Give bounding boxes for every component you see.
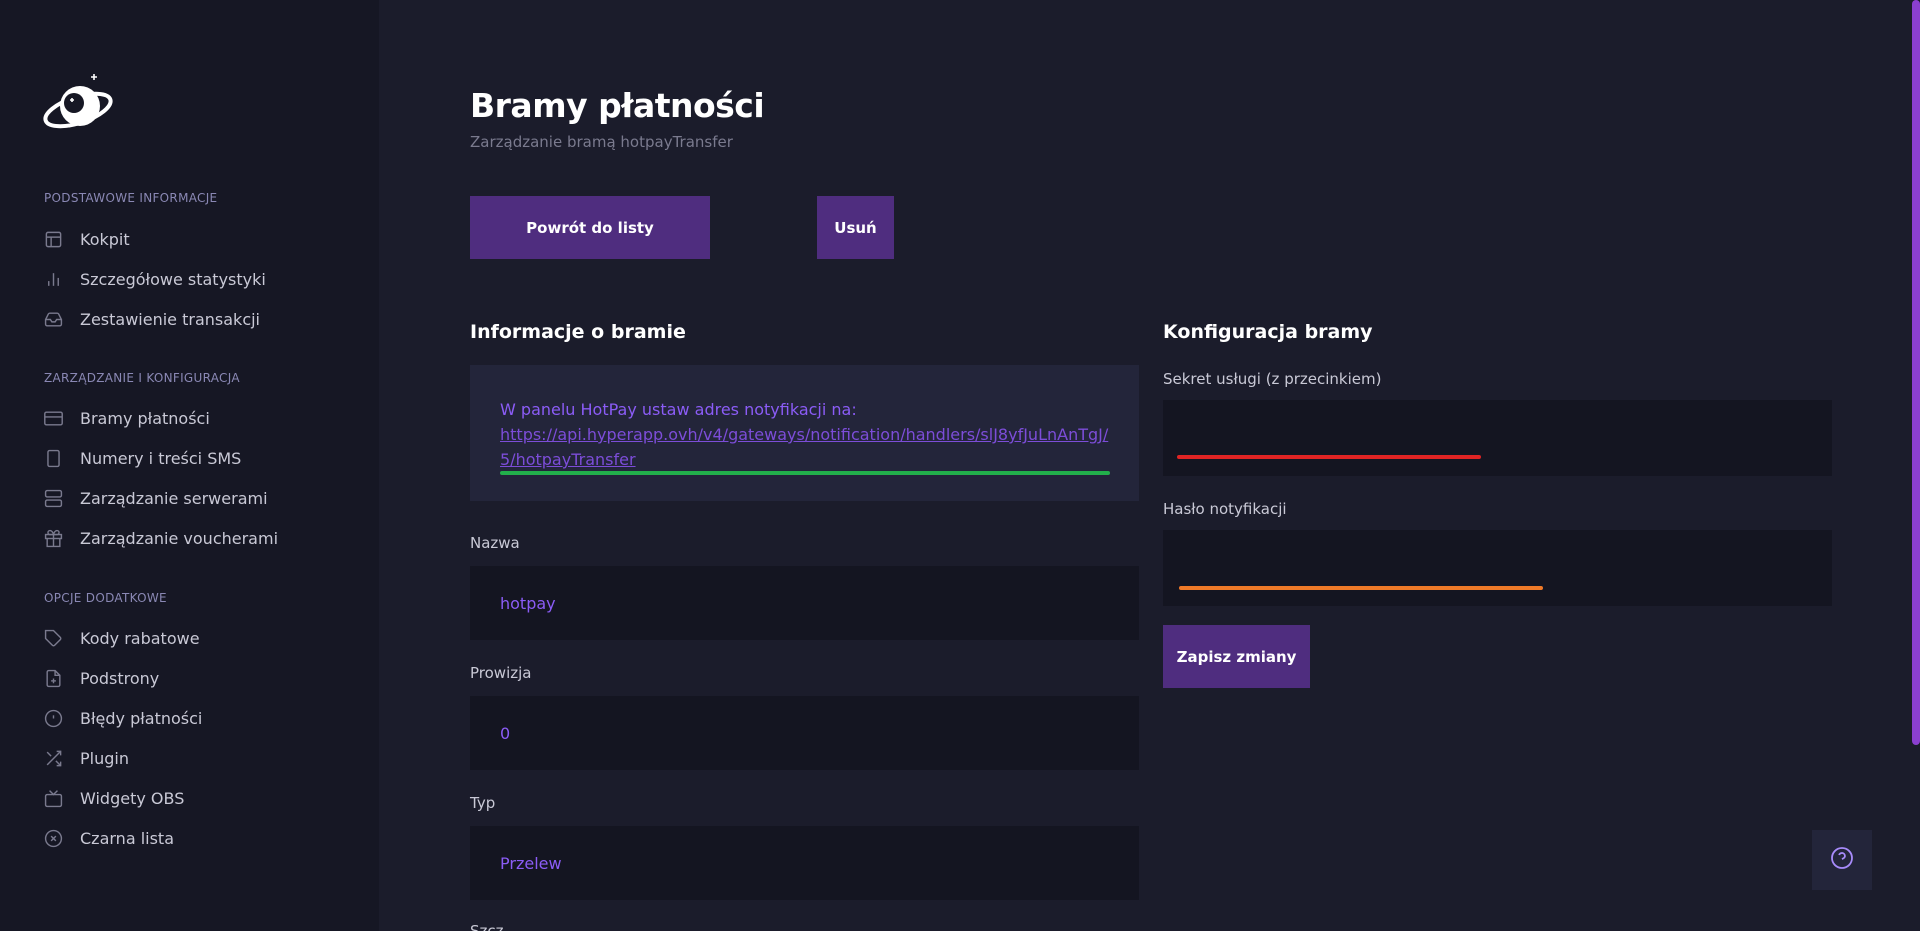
sidebar-item-label: Numery i treści SMS: [80, 448, 242, 468]
help-icon: [1830, 846, 1854, 874]
x-circle-icon: [44, 829, 63, 848]
notice-text: W panelu HotPay ustaw adres notyfikacji …: [500, 400, 857, 419]
sidebar-item-blacklist[interactable]: Czarna lista: [44, 826, 174, 850]
gateway-config-heading: Konfiguracja bramy: [1163, 321, 1373, 343]
sidebar-item-label: Podstrony: [80, 668, 160, 688]
redaction-bar: [500, 471, 1110, 475]
notification-password-field[interactable]: [1163, 530, 1832, 606]
tv-icon: [44, 789, 63, 808]
gift-icon: [44, 529, 63, 548]
gateway-info-heading: Informacje o bramie: [470, 321, 686, 343]
layout-icon: [44, 230, 63, 249]
sidebar-item-label: Czarna lista: [80, 828, 175, 848]
redaction-bar: [1179, 586, 1543, 590]
shuffle-icon: [44, 749, 63, 768]
notification-password-label: Hasło notyfikacji: [1163, 500, 1287, 518]
alert-circle-icon: [44, 709, 63, 728]
commission-label: Prowizja: [470, 664, 532, 682]
sidebar-item-discount-codes[interactable]: Kody rabatowe: [44, 626, 200, 650]
name-label: Nazwa: [470, 534, 520, 552]
sidebar-item-sms[interactable]: Numery i treści SMS: [44, 446, 241, 470]
smartphone-icon: [44, 449, 63, 468]
sidebar-item-label: Kokpit: [80, 229, 130, 249]
sidebar-item-label: Szczegółowe statystyki: [80, 269, 266, 289]
section-title-extra: OPCJE DODATKOWE: [44, 591, 167, 605]
sidebar-item-label: Plugin: [80, 748, 129, 768]
section-title-management: ZARZĄDZANIE I KONFIGURACJA: [44, 371, 240, 385]
file-plus-icon: [44, 669, 63, 688]
secret-field[interactable]: [1163, 400, 1832, 476]
sidebar-item-payment-gateways[interactable]: Bramy płatności: [44, 406, 210, 430]
sidebar-item-kokpit[interactable]: Kokpit: [44, 227, 130, 251]
sidebar-item-statistics[interactable]: Szczegółowe statystyki: [44, 267, 266, 291]
sidebar-item-transactions[interactable]: Zestawienie transakcji: [44, 307, 260, 331]
sidebar-item-payment-errors[interactable]: Błędy płatności: [44, 706, 202, 730]
secret-label: Sekret usługi (z przecinkiem): [1163, 370, 1382, 388]
tag-icon: [44, 629, 63, 648]
page-title: Bramy płatności: [470, 86, 765, 125]
sidebar-item-label: Zarządzanie serwerami: [80, 488, 268, 508]
notification-url-link[interactable]: https://api.hyperapp.ovh/v4/gateways/not…: [500, 422, 1109, 472]
sidebar-item-label: Błędy płatności: [80, 708, 203, 728]
help-button[interactable]: [1812, 830, 1872, 890]
sidebar-item-label: Zarządzanie voucherami: [80, 528, 279, 548]
commission-field[interactable]: 0: [470, 696, 1139, 770]
page-scrollbar[interactable]: [1912, 0, 1920, 745]
type-field[interactable]: Przelew: [470, 826, 1139, 900]
sidebar-item-vouchers[interactable]: Zarządzanie voucherami: [44, 526, 278, 550]
sidebar: PODSTAWOWE INFORMACJE Kokpit Szczegółowe…: [0, 0, 379, 931]
server-icon: [44, 489, 63, 508]
planet-logo-icon[interactable]: [42, 70, 120, 138]
section-title-basic: PODSTAWOWE INFORMACJE: [44, 191, 218, 205]
delete-button[interactable]: Usuń: [817, 196, 894, 259]
redaction-bar: [1177, 455, 1481, 459]
sidebar-item-label: Bramy płatności: [80, 408, 210, 428]
type-label: Typ: [470, 794, 496, 812]
credit-card-icon: [44, 409, 63, 428]
name-field[interactable]: hotpay: [470, 566, 1139, 640]
bar-chart-icon: [44, 270, 63, 289]
back-to-list-button[interactable]: Powrót do listy: [470, 196, 710, 259]
sidebar-item-servers[interactable]: Zarządzanie serwerami: [44, 486, 268, 510]
sidebar-item-plugin[interactable]: Plugin: [44, 746, 129, 770]
sidebar-item-obs-widgets[interactable]: Widgety OBS: [44, 786, 184, 810]
sidebar-item-label: Zestawienie transakcji: [80, 309, 260, 329]
page-subtitle: Zarządzanie bramą hotpayTransfer: [470, 133, 733, 151]
sidebar-item-label: Kody rabatowe: [80, 628, 200, 648]
sidebar-item-label: Widgety OBS: [80, 788, 185, 808]
next-field-label: Szcz...: [470, 922, 518, 931]
notification-notice: W panelu HotPay ustaw adres notyfikacji …: [470, 365, 1139, 501]
save-changes-button[interactable]: Zapisz zmiany: [1163, 625, 1310, 688]
sidebar-item-subpages[interactable]: Podstrony: [44, 666, 159, 690]
inbox-icon: [44, 310, 63, 329]
